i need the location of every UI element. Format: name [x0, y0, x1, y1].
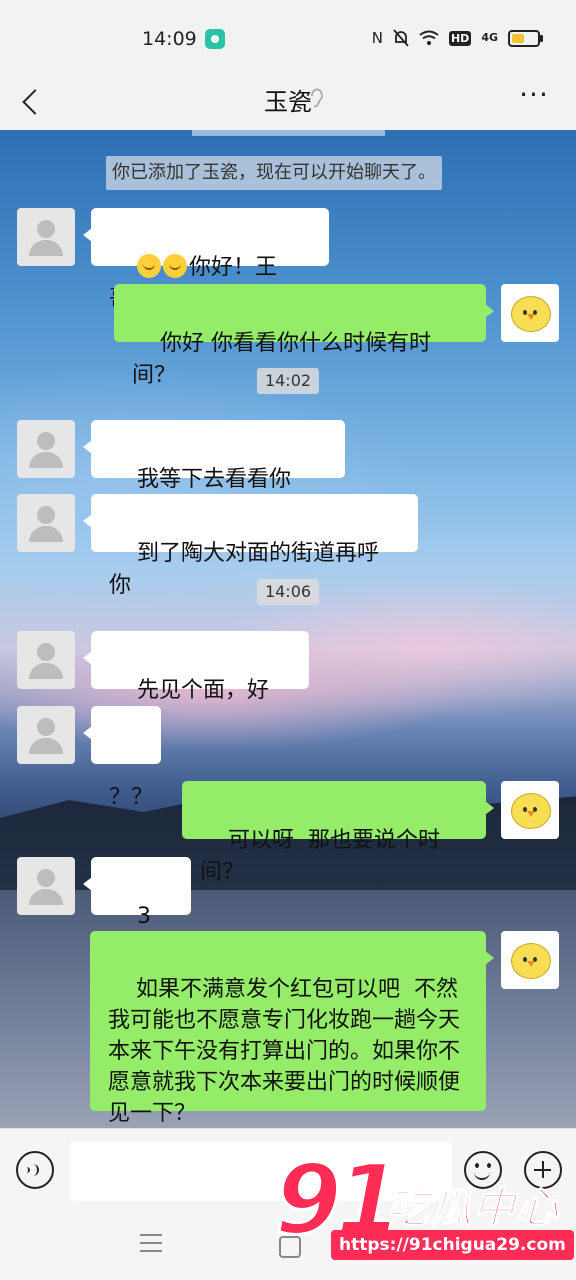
my-avatar[interactable] — [501, 284, 559, 342]
my-avatar[interactable] — [501, 931, 559, 989]
message-sent[interactable]: 你好 你看看你什么时候有时间？ — [114, 284, 494, 388]
more-icon[interactable]: ··· — [514, 80, 554, 120]
hd-badge: HD — [448, 30, 472, 46]
message-received[interactable]: 我等下去看看你吧！ — [83, 420, 345, 524]
message-sent[interactable]: 如果不满意发个红包可以吧 不然我可能也不愿意专门化妆跑一趟今天本来下午没有打算出… — [90, 931, 494, 1126]
contact-avatar[interactable] — [17, 857, 75, 915]
chick-beak — [527, 314, 535, 320]
timestamp: 14:06 — [256, 579, 320, 605]
chick-beak — [527, 811, 535, 817]
voice-icon[interactable] — [16, 1151, 54, 1189]
contact-avatar[interactable] — [17, 420, 75, 478]
chat-title: 玉瓷 — [264, 88, 312, 116]
scroll-remnant — [192, 130, 385, 136]
status-time: 14:09 — [142, 28, 197, 50]
message-received[interactable]: 到了陶大对面的街道再呼你 — [83, 494, 418, 598]
nav-bar: 玉瓷 ··· — [0, 72, 576, 130]
app-notification-icon — [205, 29, 225, 49]
smile-emoji-icon — [162, 254, 187, 278]
watermark-name: 吃瓜中心 — [386, 1182, 560, 1233]
contact-avatar[interactable] — [17, 494, 75, 552]
watermark-url: https://91chigua29.com — [331, 1230, 574, 1260]
contact-avatar[interactable] — [17, 631, 75, 689]
message-text: 如果不满意发个红包可以吧 不然我可能也不愿意专门化妆跑一趟今天本来下午没有打算出… — [108, 977, 461, 1126]
status-icons: N HD 4G — [371, 26, 543, 50]
battery-icon — [508, 29, 543, 47]
system-notice: 你已添加了玉瓷，现在可以开始聊天了。 — [106, 156, 442, 190]
message-received[interactable]: 你好！王哥！ — [83, 208, 329, 312]
chat-area[interactable]: 你已添加了玉瓷，现在可以开始聊天了。 你好！王哥！ 你好 你看看你什么时候有时间… — [0, 130, 576, 1128]
nfc-icon: N — [371, 29, 383, 47]
menu-icon[interactable] — [140, 1234, 162, 1254]
signal-icon: 4G — [481, 31, 498, 44]
message-sent[interactable]: 可以呀 那也要说个时间？ — [182, 781, 494, 885]
watermark-logo: 91 吃瓜中心 https://91chigua29.com — [274, 1151, 575, 1276]
message-received[interactable]: ？？ — [83, 706, 161, 810]
my-avatar[interactable] — [501, 781, 559, 839]
timestamp: 14:02 — [256, 368, 320, 394]
message-received[interactable]: 先见个面，好吧？ — [83, 631, 309, 735]
contact-avatar[interactable] — [17, 706, 75, 764]
mute-bell-icon — [393, 29, 409, 47]
status-bar: 14:09 N HD 4G — [0, 0, 576, 72]
message-text: 到了陶大对面的街道再呼你 — [109, 541, 379, 598]
message-received[interactable]: 3 点吧 — [83, 857, 191, 961]
smile-emoji-icon — [136, 254, 161, 278]
contact-avatar[interactable] — [17, 208, 75, 266]
message-text: ？？ — [109, 785, 154, 810]
wifi-icon — [419, 30, 439, 45]
chick-beak — [527, 961, 535, 967]
ear-icon — [311, 88, 323, 108]
